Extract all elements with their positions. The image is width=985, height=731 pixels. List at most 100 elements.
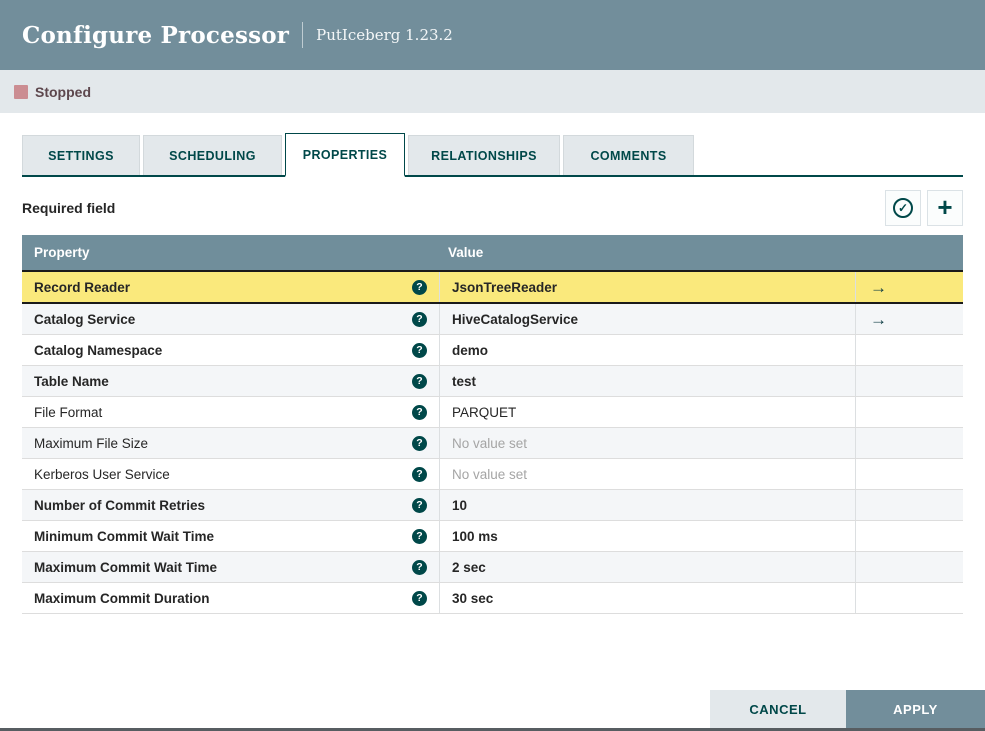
apply-button[interactable]: APPLY bbox=[846, 690, 985, 728]
help-icon[interactable]: ? bbox=[412, 435, 427, 451]
table-row[interactable]: Minimum Commit Wait Time ? 100 ms bbox=[22, 521, 963, 552]
table-row[interactable]: Catalog Namespace ? demo bbox=[22, 335, 963, 366]
action-cell bbox=[856, 552, 963, 582]
property-value: PARQUET bbox=[452, 404, 517, 420]
go-to-service-icon[interactable]: → bbox=[870, 279, 887, 296]
property-value: HiveCatalogService bbox=[452, 311, 579, 327]
property-name: Kerberos User Service bbox=[34, 466, 170, 482]
property-cell: Minimum Commit Wait Time ? bbox=[22, 521, 440, 551]
help-icon[interactable]: ? bbox=[412, 373, 427, 389]
action-cell: → bbox=[856, 272, 963, 302]
property-name: Catalog Namespace bbox=[34, 342, 163, 358]
value-cell[interactable]: 10 bbox=[440, 490, 856, 520]
value-cell[interactable]: HiveCatalogService bbox=[440, 304, 856, 334]
table-row[interactable]: Maximum Commit Duration ? 30 sec bbox=[22, 583, 963, 614]
property-cell: Maximum Commit Wait Time ? bbox=[22, 552, 440, 582]
required-field-label: Required field bbox=[22, 200, 116, 216]
check-circle-icon: ✓ bbox=[893, 198, 913, 218]
dialog-content: SETTINGS SCHEDULING PROPERTIES RELATIONS… bbox=[0, 133, 985, 614]
footer-buttons: CANCEL APPLY bbox=[710, 690, 985, 728]
action-cell bbox=[856, 335, 963, 365]
value-cell[interactable]: No value set bbox=[440, 459, 856, 489]
property-name: Record Reader bbox=[34, 279, 131, 295]
action-cell bbox=[856, 397, 963, 427]
help-icon[interactable]: ? bbox=[412, 404, 427, 420]
property-cell: Maximum Commit Duration ? bbox=[22, 583, 440, 613]
tab-comments[interactable]: COMMENTS bbox=[563, 135, 694, 175]
action-cell bbox=[856, 583, 963, 613]
property-name: Table Name bbox=[34, 373, 109, 389]
table-row[interactable]: Table Name ? test bbox=[22, 366, 963, 397]
property-cell: Table Name ? bbox=[22, 366, 440, 396]
property-cell: Kerberos User Service ? bbox=[22, 459, 440, 489]
property-cell: Catalog Namespace ? bbox=[22, 335, 440, 365]
dialog-header: Configure Processor PutIceberg 1.23.2 bbox=[0, 0, 985, 70]
value-cell[interactable]: 100 ms bbox=[440, 521, 856, 551]
property-name: Maximum Commit Duration bbox=[34, 590, 210, 606]
column-header-value: Value bbox=[448, 245, 484, 260]
tab-scheduling[interactable]: SCHEDULING bbox=[143, 135, 282, 175]
property-value: test bbox=[452, 373, 477, 389]
property-value: 10 bbox=[452, 497, 468, 513]
value-cell[interactable]: JsonTreeReader bbox=[440, 272, 856, 302]
help-icon[interactable]: ? bbox=[412, 466, 427, 482]
property-name: Maximum Commit Wait Time bbox=[34, 559, 218, 575]
properties-toolbar: Required field ✓ + bbox=[22, 190, 963, 226]
table-row[interactable]: File Format ? PARQUET bbox=[22, 397, 963, 428]
go-to-service-icon[interactable]: → bbox=[870, 311, 887, 328]
action-cell bbox=[856, 490, 963, 520]
value-cell[interactable]: 30 sec bbox=[440, 583, 856, 613]
property-name: Catalog Service bbox=[34, 311, 136, 327]
property-value: 100 ms bbox=[452, 528, 498, 544]
property-name: Maximum File Size bbox=[34, 435, 149, 451]
toolbar-icons: ✓ + bbox=[885, 190, 963, 226]
help-icon[interactable]: ? bbox=[412, 590, 427, 606]
table-row[interactable]: Maximum Commit Wait Time ? 2 sec bbox=[22, 552, 963, 583]
table-row[interactable]: Number of Commit Retries ? 10 bbox=[22, 490, 963, 521]
status-bar: Stopped bbox=[0, 70, 985, 113]
table-row[interactable]: Kerberos User Service ? No value set bbox=[22, 459, 963, 490]
help-icon[interactable]: ? bbox=[412, 559, 427, 575]
table-row[interactable]: Maximum File Size ? No value set bbox=[22, 428, 963, 459]
property-value: demo bbox=[452, 342, 489, 358]
value-cell[interactable]: 2 sec bbox=[440, 552, 856, 582]
add-property-button[interactable]: + bbox=[927, 190, 963, 226]
property-value: 2 sec bbox=[452, 559, 486, 575]
tab-settings[interactable]: SETTINGS bbox=[22, 135, 140, 175]
action-cell bbox=[856, 459, 963, 489]
cancel-button[interactable]: CANCEL bbox=[710, 690, 846, 728]
properties-table: Property Value Record Reader ? JsonTreeR… bbox=[22, 235, 963, 614]
property-value: No value set bbox=[452, 466, 528, 482]
configure-processor-dialog: Configure Processor PutIceberg 1.23.2 St… bbox=[0, 0, 985, 731]
property-value: 30 sec bbox=[452, 590, 494, 606]
property-cell: File Format ? bbox=[22, 397, 440, 427]
value-cell[interactable]: demo bbox=[440, 335, 856, 365]
title-separator bbox=[302, 22, 304, 48]
value-cell[interactable]: test bbox=[440, 366, 856, 396]
table-row[interactable]: Record Reader ? JsonTreeReader → bbox=[22, 270, 963, 304]
column-header-property: Property bbox=[34, 245, 90, 260]
action-cell bbox=[856, 366, 963, 396]
value-cell[interactable]: PARQUET bbox=[440, 397, 856, 427]
property-cell: Catalog Service ? bbox=[22, 304, 440, 334]
action-cell bbox=[856, 428, 963, 458]
help-icon[interactable]: ? bbox=[412, 279, 427, 295]
tab-properties[interactable]: PROPERTIES bbox=[285, 133, 405, 177]
table-row[interactable]: Catalog Service ? HiveCatalogService → bbox=[22, 304, 963, 335]
action-cell: → bbox=[856, 304, 963, 334]
property-name: Number of Commit Retries bbox=[34, 497, 206, 513]
verify-properties-button[interactable]: ✓ bbox=[885, 190, 921, 226]
help-icon[interactable]: ? bbox=[412, 497, 427, 513]
property-value: No value set bbox=[452, 435, 528, 451]
tab-bar: SETTINGS SCHEDULING PROPERTIES RELATIONS… bbox=[22, 133, 963, 177]
action-cell bbox=[856, 521, 963, 551]
help-icon[interactable]: ? bbox=[412, 311, 427, 327]
property-value: JsonTreeReader bbox=[452, 279, 558, 295]
help-icon[interactable]: ? bbox=[412, 528, 427, 544]
table-header: Property Value bbox=[22, 235, 963, 270]
tab-relationships[interactable]: RELATIONSHIPS bbox=[408, 135, 560, 175]
processor-type-version: PutIceberg 1.23.2 bbox=[316, 26, 453, 44]
help-icon[interactable]: ? bbox=[412, 342, 427, 358]
status-label: Stopped bbox=[35, 83, 91, 100]
value-cell[interactable]: No value set bbox=[440, 428, 856, 458]
